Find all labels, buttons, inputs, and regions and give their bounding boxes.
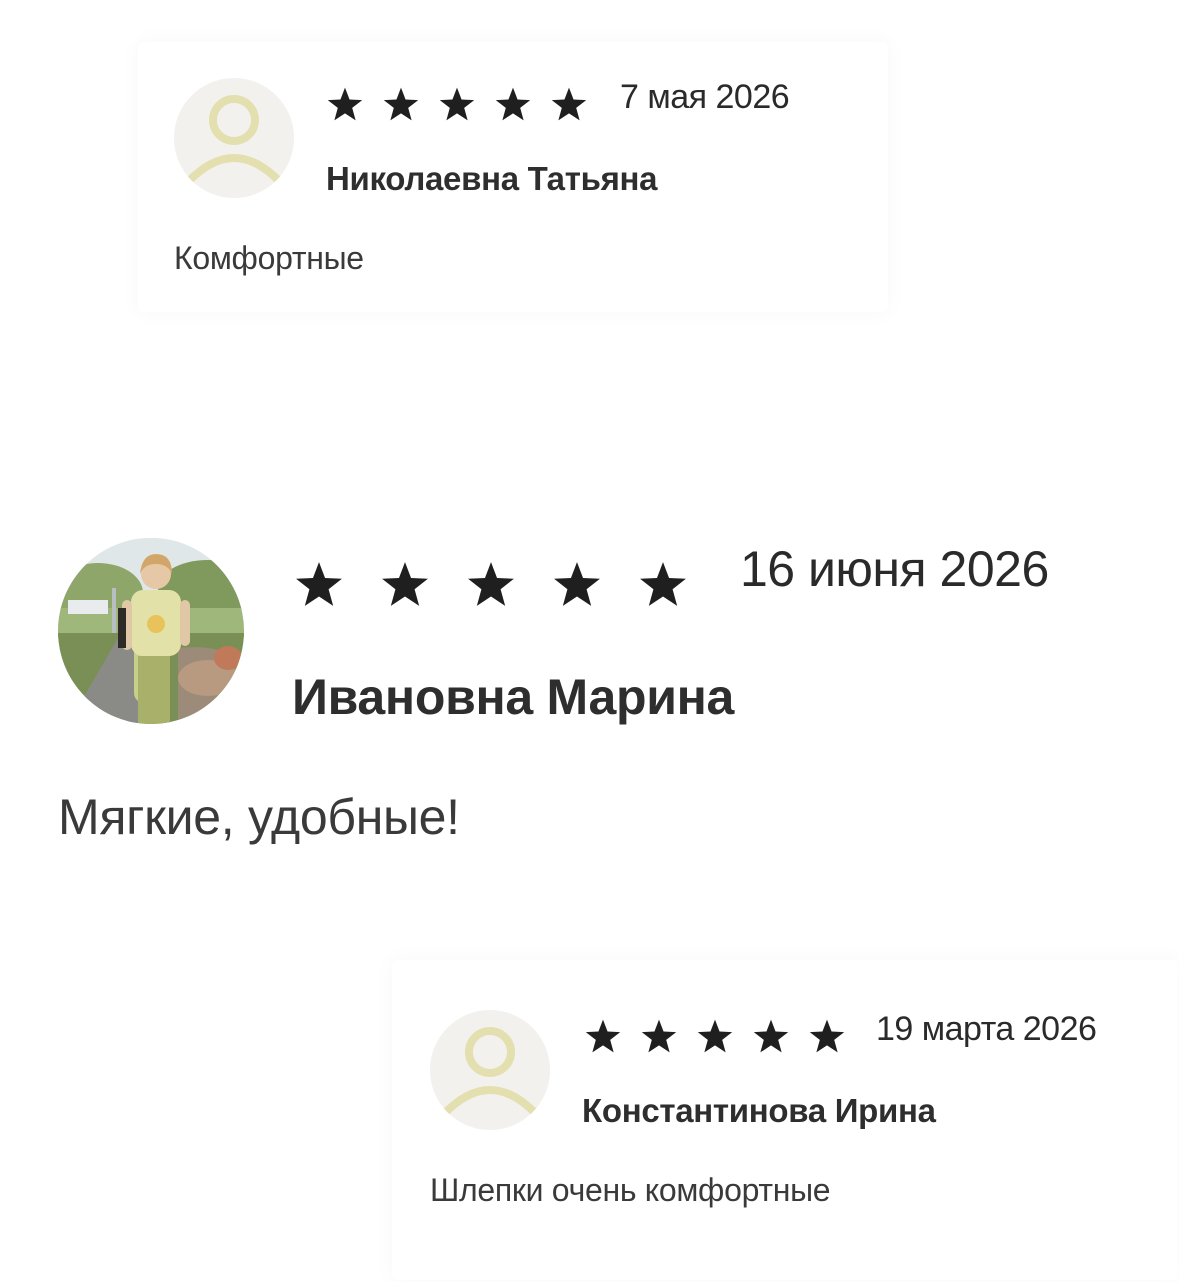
review-text: Комфортные <box>174 240 364 276</box>
avatar <box>430 1010 550 1130</box>
star-icon <box>697 1019 733 1053</box>
avatar <box>174 78 294 198</box>
star-icon <box>809 1019 845 1053</box>
review-date: 19 марта 2026 <box>876 1010 1097 1048</box>
star-icon <box>439 87 475 121</box>
review-author: Константинова Ирина <box>582 1092 936 1129</box>
star-icon <box>641 1019 677 1053</box>
star-icon <box>383 87 419 121</box>
review-author: Николаевна Татьяна <box>326 160 658 197</box>
user-photo <box>58 538 244 724</box>
review-date: 16 июня 2026 <box>740 541 1049 597</box>
star-icon <box>495 87 531 121</box>
star-icon <box>640 562 686 606</box>
review-text: Мягкие, удобные! <box>58 789 460 845</box>
user-placeholder-icon <box>440 1027 540 1118</box>
star-icon <box>551 87 587 121</box>
star-icon <box>753 1019 789 1053</box>
star-icon <box>327 87 363 121</box>
rating-stars <box>294 560 688 608</box>
review-author: Ивановна Марина <box>292 669 735 725</box>
review-date: 7 мая 2026 <box>620 78 790 116</box>
star-icon <box>296 562 342 606</box>
rating-stars <box>326 86 588 122</box>
star-icon <box>554 562 600 606</box>
avatar <box>58 538 244 724</box>
star-icon <box>468 562 514 606</box>
star-icon <box>382 562 428 606</box>
user-placeholder-icon <box>184 95 284 186</box>
star-icon <box>585 1019 621 1053</box>
rating-stars <box>584 1018 846 1054</box>
review-text: Шлепки очень комфортные <box>430 1172 831 1208</box>
